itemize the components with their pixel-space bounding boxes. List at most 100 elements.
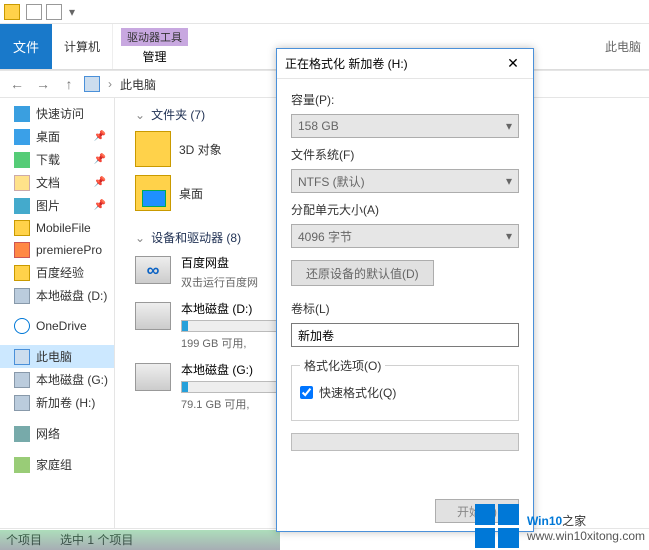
- drive-icon: [14, 395, 30, 411]
- breadcrumb[interactable]: 此电脑: [120, 76, 156, 93]
- watermark-url: www.win10xitong.com: [527, 530, 645, 543]
- pin-icon: 📌: [94, 131, 106, 142]
- qat-button[interactable]: [46, 4, 62, 20]
- folder-icon: [135, 175, 171, 211]
- network-icon: [14, 426, 30, 442]
- window-title: 此电脑: [597, 24, 649, 69]
- sidebar-item-downloads[interactable]: 下载 📌: [0, 148, 114, 171]
- doc-icon: [14, 175, 30, 191]
- capacity-label: 容量(P):: [291, 91, 519, 108]
- sidebar-label: 家庭组: [36, 456, 72, 473]
- sidebar-item-documents[interactable]: 文档 📌: [0, 171, 114, 194]
- quick-format-input[interactable]: [300, 386, 313, 399]
- sidebar-label: 桌面: [36, 128, 60, 145]
- close-button[interactable]: ✕: [501, 52, 525, 76]
- drive-tools-group: 驱动器工具 管理: [113, 24, 196, 69]
- sidebar-item-pictures[interactable]: 图片📌: [0, 194, 114, 217]
- item-label: 桌面: [179, 185, 203, 202]
- sidebar-label: OneDrive: [36, 319, 87, 333]
- forward-button[interactable]: →: [32, 73, 54, 95]
- sidebar-item-drive-d[interactable]: 本地磁盘 (D:): [0, 284, 114, 307]
- chevron-down-icon: ⌄: [135, 108, 145, 122]
- checkbox-label: 快速格式化(Q): [319, 384, 396, 401]
- allocation-label: 分配单元大小(A): [291, 201, 519, 218]
- pc-icon: [84, 76, 100, 92]
- sidebar-label: MobileFile: [36, 221, 91, 235]
- file-tab[interactable]: 文件: [0, 24, 52, 69]
- pic-icon: [14, 198, 30, 214]
- sidebar-label: 本地磁盘 (G:): [36, 371, 108, 388]
- progress-bar: [291, 433, 519, 451]
- sidebar-item-thispc[interactable]: 此电脑: [0, 345, 114, 368]
- sidebar-label: 下载: [36, 151, 60, 168]
- computer-tab[interactable]: 计算机: [52, 24, 113, 69]
- pc-icon: [14, 349, 30, 365]
- folder-icon: [14, 220, 30, 236]
- windows-logo-icon: [475, 504, 519, 548]
- star-icon: [14, 106, 30, 122]
- drive-icon: [14, 372, 30, 388]
- folder-icon: [135, 131, 171, 167]
- allocation-select[interactable]: 4096 字节: [291, 224, 519, 248]
- sidebar-label: 百度经验: [36, 264, 84, 281]
- watermark: Win10之家 www.win10xitong.com: [475, 504, 645, 548]
- dialog-titlebar: 正在格式化 新加卷 (H:) ✕: [277, 49, 533, 79]
- pin-icon: 📌: [94, 154, 106, 165]
- breadcrumb-sep: ›: [108, 77, 112, 91]
- sidebar-label: 新加卷 (H:): [36, 394, 95, 411]
- sidebar-item-drive-g[interactable]: 本地磁盘 (G:): [0, 368, 114, 391]
- filesystem-select[interactable]: NTFS (默认): [291, 169, 519, 193]
- sidebar-label: 此电脑: [36, 348, 72, 365]
- sidebar-item-network[interactable]: 网络: [0, 422, 114, 445]
- title-bar: ▾: [0, 0, 649, 24]
- back-button[interactable]: ←: [6, 73, 28, 95]
- sidebar-label: 文档: [36, 174, 60, 191]
- sidebar-label: 网络: [36, 425, 60, 442]
- sidebar-item-mobilefile[interactable]: MobileFile: [0, 217, 114, 239]
- drive-icon: [135, 363, 171, 391]
- capacity-select[interactable]: 158 GB: [291, 114, 519, 138]
- baidu-icon: [135, 256, 171, 284]
- drive-tools-header: 驱动器工具: [121, 28, 188, 46]
- up-button[interactable]: ↑: [58, 73, 80, 95]
- taskbar-hint: [0, 530, 280, 550]
- nav-sidebar: 快速访问 桌面 📌 下载 📌 文档 📌 图片📌 MobileFile premiere…: [0, 98, 115, 528]
- drive-icon: [14, 288, 30, 304]
- quick-format-checkbox[interactable]: 快速格式化(Q): [300, 384, 510, 401]
- home-icon: [14, 457, 30, 473]
- select-value: NTFS (默认): [298, 173, 365, 190]
- group-label: 文件夹 (7): [151, 106, 205, 123]
- select-value: 4096 字节: [298, 228, 352, 245]
- drive-icon: [135, 302, 171, 330]
- sidebar-label: premierePro: [36, 243, 102, 257]
- folder-icon: [14, 265, 30, 281]
- sidebar-item-premiere[interactable]: premierePro: [0, 239, 114, 261]
- cloud-icon: [14, 318, 30, 334]
- format-options-legend: 格式化选项(O): [300, 357, 385, 374]
- group-label: 设备和驱动器 (8): [151, 229, 241, 246]
- sidebar-item-onedrive[interactable]: OneDrive: [0, 315, 114, 337]
- item-label: 3D 对象: [179, 141, 222, 158]
- sidebar-label: 本地磁盘 (D:): [36, 287, 107, 304]
- sidebar-label: 快速访问: [36, 105, 84, 122]
- desktop-icon: [14, 129, 30, 145]
- item-label: 百度网盘: [181, 254, 258, 271]
- sidebar-item-baidu[interactable]: 百度经验: [0, 261, 114, 284]
- item-sub: 双击运行百度网: [181, 274, 258, 290]
- sidebar-item-desktop[interactable]: 桌面 📌: [0, 125, 114, 148]
- pin-icon: 📌: [94, 177, 106, 188]
- qat-button[interactable]: [26, 4, 42, 20]
- chevron-down-icon: ⌄: [135, 231, 145, 245]
- qat-dropdown-icon[interactable]: ▾: [66, 4, 78, 20]
- volume-label-label: 卷标(L): [291, 300, 519, 317]
- folder-icon: [14, 242, 30, 258]
- sidebar-item-homegroup[interactable]: 家庭组: [0, 453, 114, 476]
- volume-label-input[interactable]: [291, 323, 519, 347]
- restore-defaults-button[interactable]: 还原设备的默认值(D): [291, 260, 434, 286]
- format-options-group: 格式化选项(O) 快速格式化(Q): [291, 357, 519, 421]
- sidebar-item-drive-h[interactable]: 新加卷 (H:): [0, 391, 114, 414]
- manage-tab[interactable]: 管理: [143, 48, 167, 65]
- watermark-title: Win10之家: [527, 508, 645, 530]
- format-dialog: 正在格式化 新加卷 (H:) ✕ 容量(P): 158 GB 文件系统(F) N…: [276, 48, 534, 532]
- sidebar-item-quick[interactable]: 快速访问: [0, 102, 114, 125]
